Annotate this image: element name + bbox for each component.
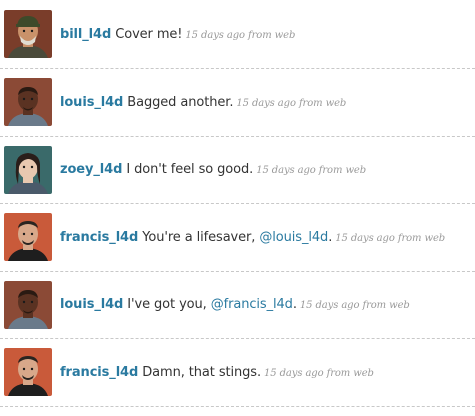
- zoey-avatar-icon[interactable]: [4, 145, 52, 194]
- screen-name-link[interactable]: louis_l4d: [60, 95, 123, 110]
- screen-name-link[interactable]: louis_l4d: [60, 297, 123, 312]
- timestamp-meta[interactable]: 15 days ago from web: [300, 300, 410, 311]
- status-body: francis_l4d Damn, that stings. 15 days ag…: [60, 365, 374, 380]
- status-body: bill_l4d Cover me! 15 days ago from web: [60, 27, 295, 42]
- status-body: zoey_l4d I don't feel so good. 15 days ag…: [60, 162, 366, 177]
- status-text-end: .: [292, 297, 297, 313]
- status-body: louis_l4d Bagged another. 15 days ago fro…: [60, 95, 346, 110]
- status-text: You're a lifesaver,: [142, 229, 256, 245]
- mention-link[interactable]: @francis_l4d: [211, 297, 293, 312]
- screen-name-link[interactable]: zoey_l4d: [60, 162, 122, 177]
- status-text: I've got you,: [127, 297, 207, 313]
- status-body: louis_l4d I've got you, @francis_l4d. 15 …: [60, 297, 410, 312]
- timestamp-meta[interactable]: 15 days ago from web: [185, 30, 295, 41]
- louis-avatar-icon[interactable]: [4, 280, 52, 329]
- louis-avatar-icon[interactable]: [4, 78, 52, 127]
- francis-avatar-icon[interactable]: [4, 348, 52, 397]
- screen-name-link[interactable]: bill_l4d: [60, 27, 111, 42]
- status-item: francis_l4d Damn, that stings. 15 days ag…: [0, 339, 475, 407]
- screen-name-link[interactable]: francis_l4d: [60, 365, 138, 380]
- timestamp-meta[interactable]: 15 days ago from web: [264, 368, 374, 379]
- status-body: francis_l4d You're a lifesaver, @louis_l…: [60, 230, 445, 245]
- status-text: Bagged another.: [127, 94, 234, 110]
- timestamp-meta[interactable]: 15 days ago from web: [236, 98, 346, 109]
- status-item: louis_l4d Bagged another. 15 days ago fro…: [0, 69, 475, 137]
- francis-avatar-icon[interactable]: [4, 213, 52, 262]
- status-text: Damn, that stings.: [142, 364, 262, 380]
- status-text: Cover me!: [115, 26, 183, 42]
- screen-name-link[interactable]: francis_l4d: [60, 230, 138, 245]
- status-text-end: .: [328, 229, 333, 245]
- status-item: bill_l4d Cover me! 15 days ago from web: [0, 0, 475, 69]
- bill-avatar-icon[interactable]: [4, 10, 52, 58]
- status-timeline: bill_l4d Cover me! 15 days ago from web lo…: [0, 0, 475, 416]
- status-item: louis_l4d I've got you, @francis_l4d. 15 …: [0, 272, 475, 339]
- timestamp-meta[interactable]: 15 days ago from web: [335, 233, 445, 244]
- status-text: I don't feel so good.: [126, 162, 254, 178]
- status-item: zoey_l4d I don't feel so good. 15 days ag…: [0, 137, 475, 204]
- status-item: francis_l4d You're a lifesaver, @louis_l…: [0, 204, 475, 272]
- timestamp-meta[interactable]: 15 days ago from web: [256, 165, 366, 176]
- mention-link[interactable]: @louis_l4d: [259, 230, 328, 245]
